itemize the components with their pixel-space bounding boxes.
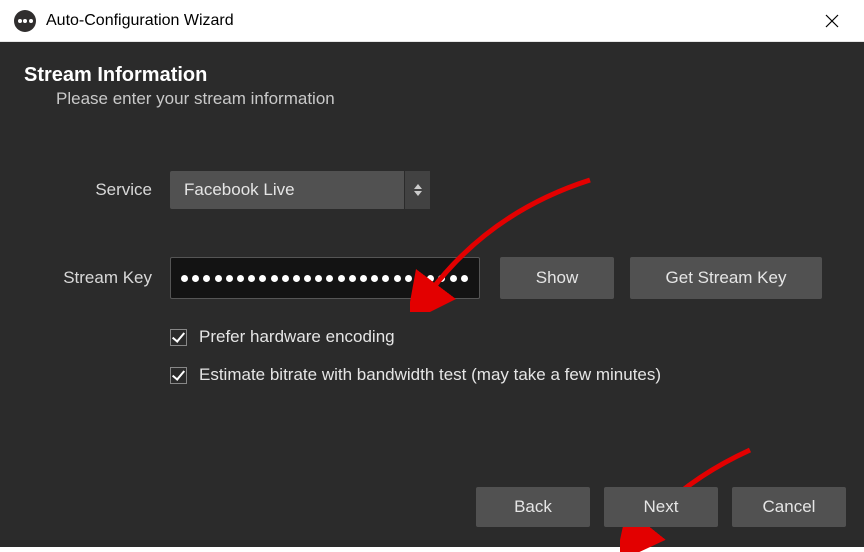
estimate-bitrate-checkbox[interactable] [170, 367, 187, 384]
chevron-up-icon [414, 184, 422, 189]
page-subtitle: Please enter your stream information [56, 89, 840, 109]
close-icon [825, 14, 839, 28]
page-title: Stream Information [24, 64, 840, 87]
close-button[interactable] [812, 6, 852, 36]
cancel-button[interactable]: Cancel [732, 487, 846, 527]
streamkey-input[interactable] [170, 257, 480, 299]
estimate-bitrate-checkbox-row[interactable]: Estimate bitrate with bandwidth test (ma… [170, 365, 840, 385]
next-button[interactable]: Next [604, 487, 718, 527]
streamkey-label: Stream Key [24, 268, 170, 288]
obs-icon [14, 10, 36, 32]
prefer-hw-checkbox-row[interactable]: Prefer hardware encoding [170, 327, 840, 347]
password-mask [181, 275, 468, 282]
service-label: Service [24, 180, 170, 200]
titlebar: Auto-Configuration Wizard [0, 0, 864, 42]
prefer-hw-checkbox[interactable] [170, 329, 187, 346]
service-selected-value: Facebook Live [184, 180, 295, 200]
wizard-footer: Back Next Cancel [476, 487, 846, 527]
estimate-bitrate-label: Estimate bitrate with bandwidth test (ma… [199, 365, 661, 385]
prefer-hw-label: Prefer hardware encoding [199, 327, 395, 347]
chevron-down-icon [414, 191, 422, 196]
show-button[interactable]: Show [500, 257, 614, 299]
back-button[interactable]: Back [476, 487, 590, 527]
service-select[interactable]: Facebook Live [170, 171, 430, 209]
wizard-content: Stream Information Please enter your str… [0, 42, 864, 547]
window-title: Auto-Configuration Wizard [46, 12, 234, 30]
get-stream-key-button[interactable]: Get Stream Key [630, 257, 822, 299]
select-spinner[interactable] [404, 171, 430, 209]
